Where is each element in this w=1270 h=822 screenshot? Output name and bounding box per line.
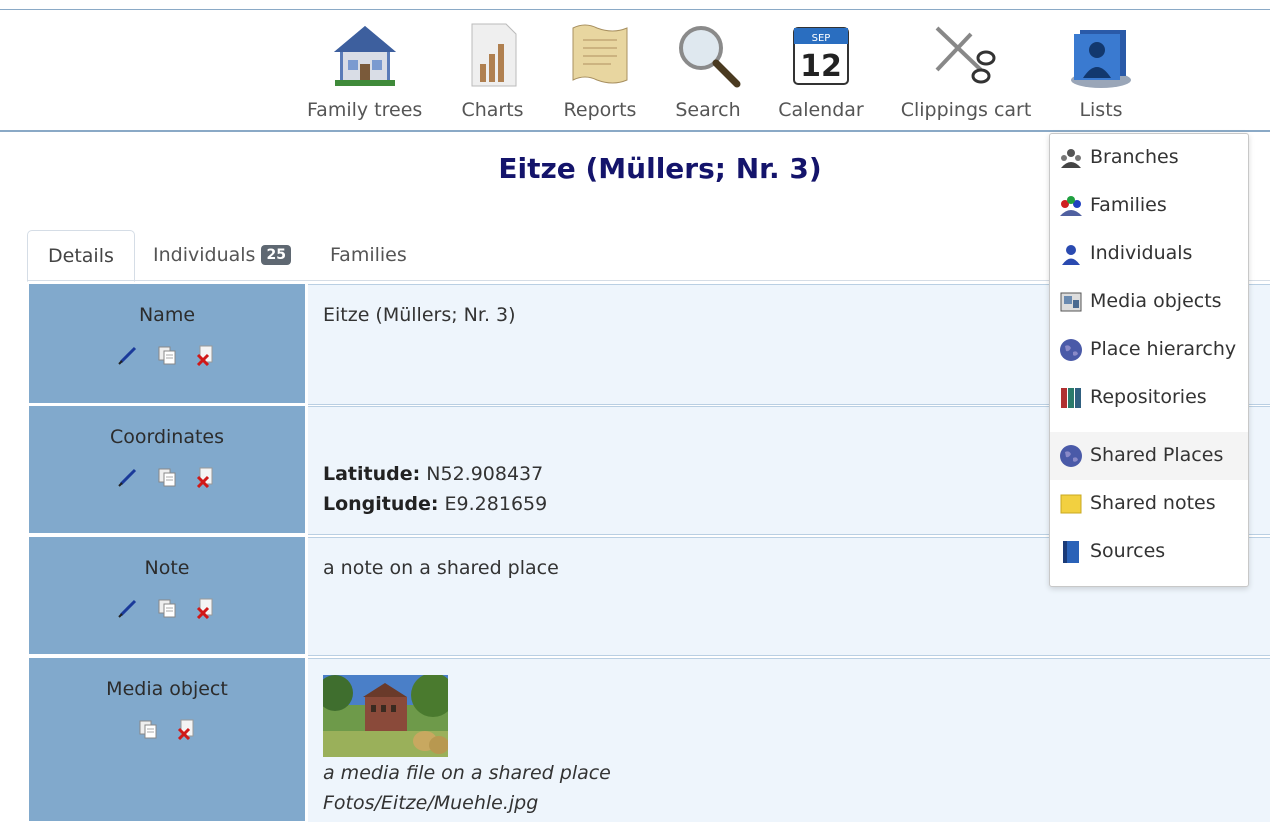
menu-item-media-objects[interactable]: Media objects — [1050, 278, 1248, 326]
books-icon — [1061, 388, 1081, 408]
menu-lists[interactable]: Lists — [1065, 20, 1137, 121]
menu-label: Reports — [563, 99, 637, 121]
menu-item-label: Shared notes — [1090, 492, 1216, 514]
delete-icon[interactable] — [195, 597, 217, 619]
note-value: a note on a shared place — [323, 557, 559, 579]
media-thumbnail[interactable] — [323, 675, 448, 757]
lists-dropdown-menu: Branches Families Individuals Media obje… — [1049, 133, 1249, 587]
magnifier-icon — [679, 26, 741, 88]
latitude-value: N52.908437 — [426, 463, 544, 485]
longitude-value: E9.281659 — [444, 493, 548, 515]
menu-item-individuals[interactable]: Individuals — [1050, 230, 1248, 278]
media-file-path[interactable]: Fotos/Eitze/Muehle.jpg — [323, 788, 538, 818]
tab-details[interactable]: Details — [27, 230, 135, 282]
house-icon — [333, 26, 396, 86]
place-name-value: Eitze (Müllers; Nr. 3) — [323, 304, 516, 326]
copy-icon[interactable] — [156, 466, 178, 488]
menu-item-label: Individuals — [1090, 242, 1193, 264]
menu-item-label: Shared Places — [1090, 444, 1224, 466]
edit-icon[interactable] — [117, 466, 139, 488]
menu-label: Family trees — [307, 99, 423, 121]
menu-item-label: Sources — [1090, 540, 1166, 562]
primary-menu: Family trees Charts Reports Search SEP 1… — [0, 10, 1270, 130]
count-badge: 25 — [261, 245, 291, 265]
tab-label: Details — [48, 245, 114, 267]
delete-icon[interactable] — [176, 718, 198, 740]
tab-families[interactable]: Families — [310, 230, 427, 280]
globe-icon — [1060, 339, 1082, 361]
svg-text:SEP: SEP — [812, 33, 831, 44]
fact-label-cell: Coordinates — [29, 406, 305, 533]
menu-item-branches[interactable]: Branches — [1050, 134, 1248, 182]
menu-item-label: Families — [1090, 194, 1167, 216]
menu-item-label: Branches — [1090, 146, 1179, 168]
longitude-label: Longitude: — [323, 493, 439, 515]
fact-label-cell: Note — [29, 537, 305, 654]
tab-label: Individuals — [153, 244, 256, 266]
fact-label-cell: Name — [29, 284, 305, 403]
individual-icon — [1062, 245, 1080, 265]
longitude-line: Longitude: E9.281659 — [323, 489, 547, 519]
fact-label: Note — [144, 557, 190, 579]
menu-item-sources[interactable]: Sources — [1050, 528, 1248, 576]
scroll-icon — [572, 24, 628, 84]
tab-individuals[interactable]: Individuals 25 — [133, 230, 311, 280]
copy-icon[interactable] — [156, 597, 178, 619]
menu-item-place-hierarchy[interactable]: Place hierarchy — [1050, 326, 1248, 374]
menu-item-shared-places[interactable]: Shared Places — [1050, 432, 1248, 480]
copy-icon[interactable] — [137, 718, 159, 740]
edit-icon[interactable] — [117, 597, 139, 619]
bar-chart-icon — [471, 23, 516, 87]
latitude-label: Latitude: — [323, 463, 421, 485]
lists-icon — [1071, 30, 1131, 88]
menu-item-label: Place hierarchy — [1090, 338, 1237, 360]
fact-label-cell: Media object — [29, 658, 305, 821]
menu-clippings-cart[interactable]: Clippings cart — [900, 20, 1032, 121]
menu-reports[interactable]: Reports — [560, 20, 640, 121]
calendar-icon: SEP 12 — [793, 27, 849, 85]
menu-search[interactable]: Search — [670, 20, 746, 121]
menu-label: Clippings cart — [900, 99, 1032, 121]
edit-icon[interactable] — [117, 344, 139, 366]
delete-icon[interactable] — [195, 466, 217, 488]
fact-value-cell: a media file on a shared place Fotos/Eit… — [308, 658, 1270, 822]
menu-divider — [0, 130, 1270, 132]
fact-label: Coordinates — [109, 426, 225, 448]
menu-family-trees[interactable]: Family trees — [307, 20, 422, 121]
media-caption: a media file on a shared place — [323, 762, 611, 784]
note-icon — [1060, 494, 1082, 514]
menu-calendar[interactable]: SEP 12 Calendar — [776, 20, 866, 121]
menu-label: Calendar — [778, 99, 864, 121]
copy-icon[interactable] — [156, 344, 178, 366]
menu-label: Charts — [461, 99, 524, 121]
menu-item-shared-notes[interactable]: Shared notes — [1050, 480, 1248, 528]
fact-row-media: Media object a media file on a shared pl… — [29, 658, 1270, 822]
branches-icon — [1061, 149, 1081, 168]
menu-charts[interactable]: Charts — [455, 20, 530, 121]
scissors-icon — [935, 26, 996, 84]
menu-item-label: Repositories — [1090, 386, 1207, 408]
svg-text:12: 12 — [800, 49, 842, 84]
globe-icon — [1060, 445, 1082, 467]
book-icon — [1063, 541, 1079, 563]
menu-label: Search — [675, 99, 741, 121]
fact-label: Name — [138, 304, 196, 326]
latitude-line: Latitude: N52.908437 — [323, 459, 543, 489]
families-icon — [1060, 196, 1082, 216]
tab-label: Families — [330, 244, 407, 266]
menu-item-repositories[interactable]: Repositories — [1050, 374, 1248, 422]
menu-item-label: Media objects — [1090, 290, 1222, 312]
fact-label: Media object — [106, 678, 228, 700]
media-icon — [1060, 292, 1082, 312]
menu-item-families[interactable]: Families — [1050, 182, 1248, 230]
delete-icon[interactable] — [195, 344, 217, 366]
menu-label: Lists — [1079, 99, 1123, 121]
